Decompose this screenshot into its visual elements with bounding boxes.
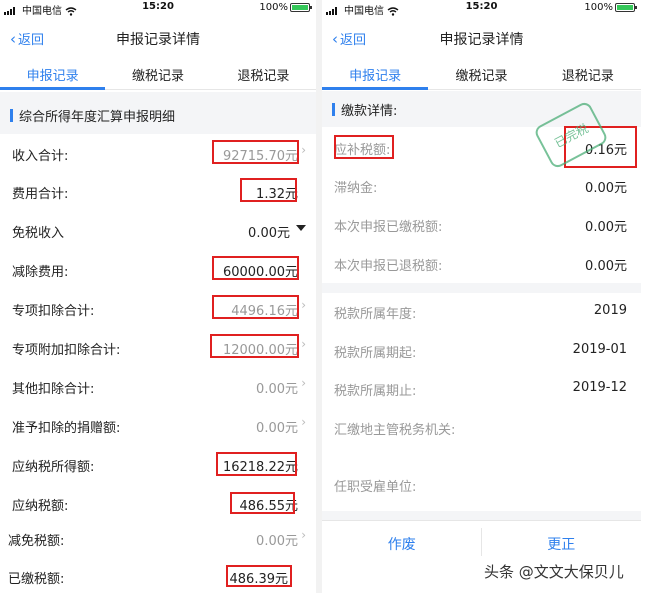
row-label: 应纳税额: bbox=[12, 499, 69, 514]
tab-pay-record[interactable]: 缴税记录 bbox=[105, 58, 210, 89]
battery-label: 100% bbox=[259, 2, 288, 13]
highlight-box bbox=[216, 452, 297, 476]
row-label: 收入合计: bbox=[12, 149, 69, 164]
right-screen: 中国电信 15:20 100% ‹ 返回 申报记录详情 申报记录 缴税记录 退税记… bbox=[322, 0, 641, 593]
row-value: 0.00元 bbox=[585, 259, 627, 274]
highlight-box bbox=[210, 334, 299, 358]
section-title: 缴款详情: bbox=[341, 104, 398, 119]
battery-label: 100% bbox=[584, 2, 613, 13]
row-employer: 任职受雇单位: bbox=[322, 465, 641, 503]
row-value: 0.00元 bbox=[585, 220, 627, 235]
row-tax-relief[interactable]: 减免税额: 0.00元 › bbox=[0, 519, 316, 557]
row-label: 准予扣除的捐赠额: bbox=[12, 421, 121, 436]
chevron-right-icon: › bbox=[301, 143, 306, 157]
row-tax-authority: 汇缴地主管税务机关: bbox=[322, 408, 641, 446]
chevron-right-icon: › bbox=[301, 298, 306, 312]
chevron-right-icon: › bbox=[301, 337, 306, 351]
page-title: 申报记录详情 bbox=[439, 32, 524, 48]
row-refunded-this-declare: 本次申报已退税额: 0.00元 bbox=[322, 244, 641, 282]
tab-refund-record[interactable]: 退税记录 bbox=[211, 58, 316, 89]
tab-bar: 申报记录 缴税记录 退税记录 bbox=[0, 58, 316, 90]
left-screen: 中国电信 15:20 100% ‹ 返回 申报记录详情 申报记录 缴税记录 退税记… bbox=[0, 0, 316, 593]
row-label: 税款所属期起: bbox=[334, 346, 417, 361]
row-label: 其他扣除合计: bbox=[12, 382, 95, 397]
chevron-right-icon: › bbox=[301, 376, 306, 390]
nav-bar: ‹ 返回 申报记录详情 bbox=[0, 18, 316, 58]
row-label: 专项附加扣除合计: bbox=[12, 343, 121, 358]
row-label: 专项扣除合计: bbox=[12, 304, 95, 319]
row-value: 0.00元 bbox=[256, 534, 298, 549]
row-label: 税款所属期止: bbox=[334, 384, 417, 399]
chevron-right-icon: › bbox=[301, 528, 306, 542]
tab-declare-record[interactable]: 申报记录 bbox=[322, 58, 429, 90]
chevron-right-icon: › bbox=[301, 415, 306, 429]
row-other-deduction[interactable]: 其他扣除合计: 0.00元 › bbox=[0, 367, 316, 405]
status-bar: 中国电信 15:20 100% bbox=[0, 0, 316, 17]
tab-pay-record[interactable]: 缴税记录 bbox=[428, 58, 534, 89]
section-title: 综合所得年度汇算申报明细 bbox=[19, 110, 176, 125]
row-donation-deduction[interactable]: 准予扣除的捐赠额: 0.00元 › bbox=[0, 406, 316, 444]
tab-refund-record[interactable]: 退税记录 bbox=[535, 58, 641, 89]
footer-separator bbox=[481, 528, 482, 556]
row-label: 本次申报已缴税额: bbox=[334, 220, 443, 235]
dropdown-triangle-icon bbox=[296, 225, 306, 231]
row-value: 2019-12 bbox=[572, 380, 627, 395]
watermark: 头条 @文文大保贝儿 bbox=[484, 563, 624, 581]
highlight-box bbox=[230, 492, 295, 514]
row-label: 减除费用: bbox=[12, 265, 69, 280]
highlight-box bbox=[226, 565, 292, 587]
tab-bar: 申报记录 缴税记录 退税记录 bbox=[322, 58, 641, 90]
row-period-start: 税款所属期起: 2019-01 bbox=[322, 331, 641, 369]
row-late-fee: 滞纳金: 0.00元 bbox=[322, 166, 641, 204]
highlight-box bbox=[212, 256, 299, 280]
row-tax-year: 税款所属年度: 2019 bbox=[322, 292, 641, 330]
row-label: 应纳税所得额: bbox=[12, 460, 95, 475]
row-label: 免税收入 bbox=[12, 226, 65, 241]
row-label: 任职受雇单位: bbox=[334, 480, 417, 495]
void-button[interactable]: 作废 bbox=[322, 521, 482, 565]
nav-bar: ‹ 返回 申报记录详情 bbox=[322, 18, 641, 58]
battery-icon bbox=[615, 2, 637, 12]
highlight-box bbox=[212, 295, 299, 319]
row-paid-this-declare: 本次申报已缴税额: 0.00元 bbox=[322, 205, 641, 243]
battery-icon bbox=[290, 2, 312, 12]
page-title: 申报记录详情 bbox=[116, 32, 200, 48]
row-label: 税款所属年度: bbox=[334, 307, 417, 322]
row-label: 滞纳金: bbox=[334, 181, 378, 196]
status-bar: 中国电信 15:20 100% bbox=[322, 0, 641, 17]
row-label: 减免税额: bbox=[8, 534, 65, 549]
row-label: 已缴税额: bbox=[8, 572, 65, 587]
row-value: 0.00元 bbox=[256, 421, 298, 436]
correct-button[interactable]: 更正 bbox=[482, 521, 642, 565]
row-tax-free-income[interactable]: 免税收入 0.00元 bbox=[0, 211, 316, 249]
section-header: 综合所得年度汇算申报明细 bbox=[0, 92, 316, 134]
row-period-end: 税款所属期止: 2019-12 bbox=[322, 369, 641, 407]
highlight-box bbox=[334, 135, 394, 159]
row-label: 汇缴地主管税务机关: bbox=[334, 423, 456, 438]
row-value: 2019-01 bbox=[572, 342, 627, 357]
row-value: 0.00元 bbox=[248, 226, 290, 241]
section-marker bbox=[332, 103, 335, 116]
row-value: 2019 bbox=[593, 303, 627, 318]
row-label: 本次申报已退税额: bbox=[334, 259, 443, 274]
row-value: 0.00元 bbox=[256, 382, 298, 397]
section-marker bbox=[10, 109, 13, 122]
tab-declare-record[interactable]: 申报记录 bbox=[0, 58, 106, 90]
highlight-box bbox=[212, 140, 299, 164]
row-value: 0.00元 bbox=[585, 181, 627, 196]
row-label: 费用合计: bbox=[12, 187, 69, 202]
highlight-box bbox=[240, 178, 297, 202]
